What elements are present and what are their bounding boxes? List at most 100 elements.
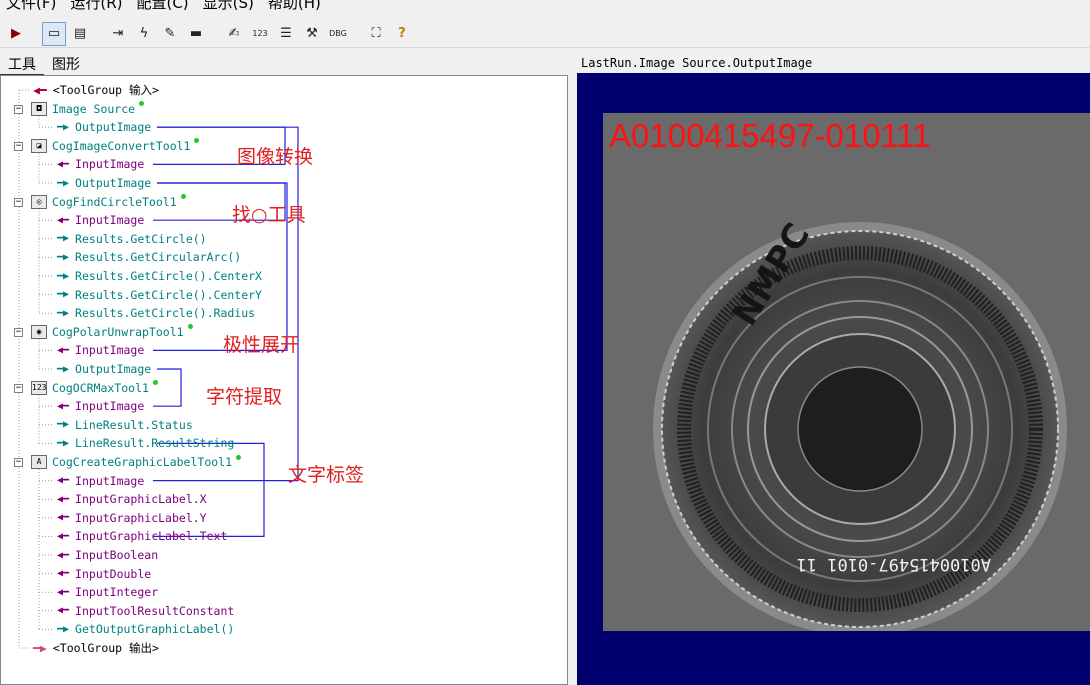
tree-input-terminal[interactable]: ◀━ InputDouble: [57, 565, 151, 583]
tree-input-terminal[interactable]: ◀━ InputInteger: [57, 583, 158, 601]
tree-output-terminal[interactable]: ━▶ LineResult.ResultString: [57, 434, 234, 452]
tree-group-terminal[interactable]: ━▶ <ToolGroup 输出>: [33, 639, 159, 657]
input-arrow-icon: ◀━: [57, 214, 70, 226]
tool-tree: 图像转换 找○工具 极性展开 字符提取 文字标签 ◀━ <ToolGroup 输入…: [0, 75, 568, 685]
output-arrow-icon: ━▶: [57, 307, 70, 319]
collapse-toggle[interactable]: −: [14, 383, 23, 393]
terminal-label: InputImage: [75, 343, 145, 358]
terminal-label: Results.GetCircle(): [75, 231, 207, 246]
list-button[interactable]: ☰: [274, 22, 298, 46]
tree-output-terminal[interactable]: ━▶ Results.GetCircle().Radius: [57, 304, 255, 322]
flash-button[interactable]: ϟ: [132, 22, 156, 46]
collapse-toggle[interactable]: −: [14, 104, 23, 114]
tree-tool-node[interactable]: − A CogCreateGraphicLabelTool1: [14, 453, 242, 471]
tree-tool-node[interactable]: −123 CogOCRMaxTool1: [14, 379, 158, 397]
tree-output-terminal[interactable]: ━▶ GetOutputGraphicLabel(): [57, 620, 234, 638]
tree-tool-node[interactable]: − ◘ Image Source: [14, 100, 145, 118]
input-arrow-icon: ◀━: [57, 530, 70, 542]
find-circle-icon: ◎: [31, 194, 47, 209]
number-button[interactable]: 123: [248, 22, 272, 46]
input-arrow-icon: ◀━: [57, 158, 70, 170]
display-button[interactable]: ▭: [42, 21, 66, 46]
status-dot-icon: [187, 324, 193, 330]
run-button[interactable]: ▶: [4, 22, 28, 46]
tree-group-terminal[interactable]: ◀━ <ToolGroup 输入>: [33, 81, 159, 99]
menu-config[interactable]: 配置(C): [136, 0, 188, 14]
collapse-toggle[interactable]: −: [14, 327, 23, 337]
tree-input-terminal[interactable]: ◀━ InputBoolean: [57, 546, 158, 564]
tool-name: CogCreateGraphicLabelTool1: [52, 455, 233, 469]
terminal-label: Results.GetCircle().CenterY: [75, 287, 262, 302]
collapse-toggle[interactable]: −: [14, 458, 23, 467]
input-arrow-icon: ◀━: [57, 512, 70, 524]
terminal-label: InputDouble: [75, 566, 152, 581]
annotation-ocr: 字符提取: [206, 386, 283, 408]
tool-name: CogPolarUnwrapTool1: [52, 324, 184, 339]
image-display[interactable]: NMPC A0100415497-0101 11 A0100415497-010…: [577, 73, 1090, 685]
terminal-label: InputGraphicLabel.Text: [75, 529, 228, 544]
tab-tools[interactable]: 工具: [0, 52, 44, 76]
terminal-arrow-icon: ━▶: [33, 641, 47, 655]
terminal-label: <ToolGroup 输出>: [52, 641, 159, 655]
input-arrow-icon: ◀━: [57, 400, 70, 412]
menu-run[interactable]: 运行(R): [70, 0, 122, 14]
tree-input-terminal[interactable]: ◀━ InputGraphicLabel.Text: [57, 527, 227, 545]
toolbar: ▶ ▭ ▤ ⇥ ϟ ✎ ▬ ✍ 123 ☰ ⚒ DBG ⛶?: [0, 20, 1090, 48]
input-arrow-icon: ◀━: [57, 586, 70, 598]
tree-output-terminal[interactable]: ━▶ OutputImage: [57, 174, 151, 192]
terminal-label: LineResult.ResultString: [75, 436, 235, 451]
tree-input-terminal[interactable]: ◀━ InputImage: [57, 472, 144, 490]
menu-help[interactable]: 帮助(H): [268, 0, 321, 14]
convert-icon: ◪: [31, 138, 47, 153]
output-arrow-icon: ━▶: [57, 289, 70, 301]
graphic-label-icon: A: [31, 455, 47, 469]
help-icon: ?: [398, 26, 406, 41]
tree-output-terminal[interactable]: ━▶ LineResult.Status: [57, 416, 193, 434]
help-button[interactable]: ?: [390, 22, 414, 46]
debug-button[interactable]: DBG: [326, 22, 350, 46]
terminal-label: InputToolResultConstant: [75, 603, 235, 618]
terminal-label: OutputImage: [75, 120, 152, 135]
link-button[interactable]: ▬: [184, 22, 208, 46]
collapse-toggle[interactable]: −: [14, 141, 23, 151]
output-arrow-icon: ━▶: [57, 233, 70, 245]
fit-button[interactable]: ⛶: [364, 22, 388, 46]
tree-input-terminal[interactable]: ◀━ InputGraphicLabel.Y: [57, 509, 207, 527]
menu-view[interactable]: 显示(S): [203, 0, 254, 14]
link-icon: ▬: [189, 26, 203, 41]
import-button[interactable]: ⇥: [106, 22, 130, 46]
collapse-toggle[interactable]: −: [14, 197, 23, 207]
tree-tool-node[interactable]: − ◉ CogPolarUnwrapTool1: [14, 323, 193, 341]
output-arrow-icon: ━▶: [57, 270, 70, 282]
tree-tool-node[interactable]: − ◪ CogImageConvertTool1: [14, 137, 200, 155]
tree-output-terminal[interactable]: ━▶ Results.GetCircle().CenterX: [57, 267, 262, 285]
tools-button[interactable]: ⚒: [300, 22, 324, 46]
image-source-button[interactable]: ▤: [68, 22, 92, 46]
disc-center: [797, 366, 923, 492]
tree-output-terminal[interactable]: ━▶ Results.GetCircle().CenterY: [57, 286, 262, 304]
status-dot-icon: [152, 380, 158, 386]
tree-output-terminal[interactable]: ━▶ Results.GetCircle(): [57, 230, 207, 248]
tree-input-terminal[interactable]: ◀━ InputImage: [57, 211, 144, 229]
tree-input-terminal[interactable]: ◀━ InputGraphicLabel.X: [57, 490, 207, 508]
tree-input-terminal[interactable]: ◀━ InputToolResultConstant: [57, 602, 234, 620]
output-arrow-icon: ━▶: [57, 419, 70, 431]
terminal-label: InputImage: [75, 399, 145, 414]
annotation-find-circle: 找○工具: [232, 204, 306, 226]
tree-output-terminal[interactable]: ━▶ Results.GetCircularArc(): [57, 248, 241, 266]
input-arrow-icon: ◀━: [57, 344, 70, 356]
tree-output-terminal[interactable]: ━▶ OutputImage: [57, 360, 151, 378]
tree-output-terminal[interactable]: ━▶ OutputImage: [57, 118, 151, 136]
tab-graphics[interactable]: 图形: [44, 52, 88, 76]
tree-input-terminal[interactable]: ◀━ InputImage: [57, 155, 144, 173]
tree-input-terminal[interactable]: ◀━ InputImage: [57, 397, 144, 415]
brush-button[interactable]: ✎: [158, 22, 182, 46]
menu-file[interactable]: 文件(F): [6, 0, 56, 14]
output-arrow-icon: ━▶: [57, 363, 70, 375]
menu-bar: 文件(F) 运行(R) 配置(C) 显示(S) 帮助(H): [0, 0, 1090, 14]
tree-tool-node[interactable]: − ◎ CogFindCircleTool1: [14, 193, 186, 211]
edit-button[interactable]: ✍: [222, 22, 246, 46]
terminal-label: OutputImage: [75, 176, 152, 190]
tree-input-terminal[interactable]: ◀━ InputImage: [57, 341, 144, 359]
terminal-label: InputImage: [75, 473, 145, 488]
